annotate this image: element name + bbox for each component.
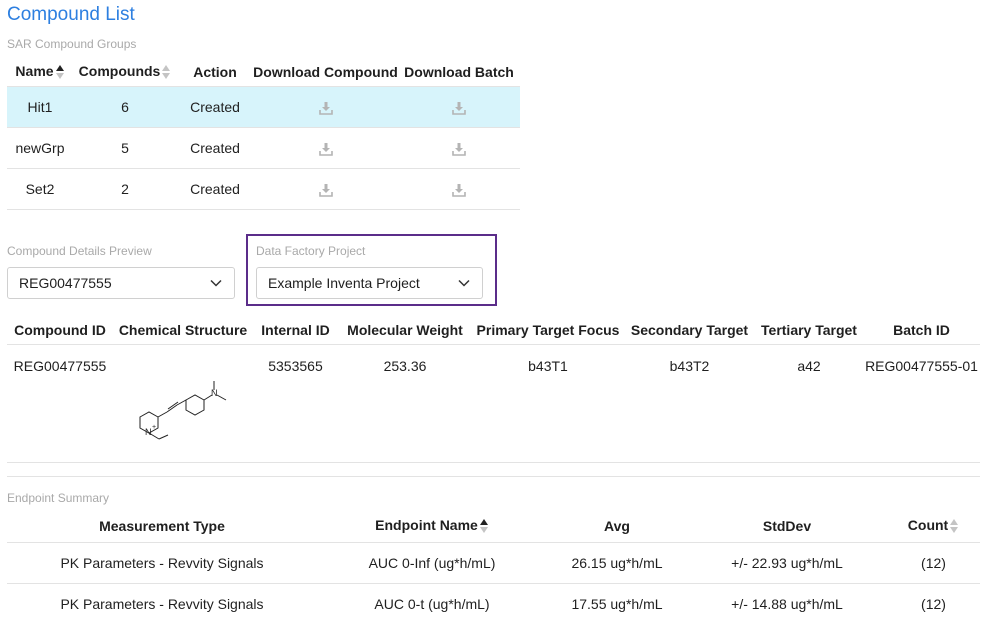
- download-icon[interactable]: [318, 100, 334, 116]
- endpoint-summary-table: Measurement Type Endpoint Name Avg StdDe…: [7, 510, 980, 624]
- sort-icon[interactable]: [950, 518, 959, 534]
- stddev-value: +/- 22.93 ug*h/mL: [687, 543, 887, 584]
- column-header-count[interactable]: Count: [887, 510, 980, 543]
- column-header-chemical-structure: Chemical Structure: [113, 316, 253, 345]
- group-compound-count: 6: [73, 87, 177, 128]
- molecular-weight: 253.36: [338, 345, 472, 463]
- download-icon[interactable]: [318, 182, 334, 198]
- chemical-structure: N + N: [113, 345, 253, 463]
- structure-charge: +: [152, 424, 156, 431]
- measurement-type: PK Parameters - Revvity Signals: [7, 584, 317, 624]
- data-factory-project-label: Data Factory Project: [256, 244, 365, 258]
- sort-ascending-icon[interactable]: [480, 518, 489, 534]
- table-row[interactable]: Hit1 6 Created: [7, 87, 520, 128]
- chevron-down-icon: [210, 279, 222, 287]
- avg-value: 17.55 ug*h/mL: [547, 584, 687, 624]
- count-value: (12): [887, 584, 980, 624]
- compound-groups-table: Name Compounds Action Download Compound …: [7, 58, 520, 210]
- group-action: Created: [177, 169, 253, 210]
- group-action: Created: [177, 87, 253, 128]
- endpoint-name: AUC 0-Inf (ug*h/mL): [317, 543, 547, 584]
- internal-id: 5353565: [253, 345, 338, 463]
- column-header-stddev: StdDev: [687, 510, 887, 543]
- column-header-tertiary-target: Tertiary Target: [755, 316, 863, 345]
- table-row: PK Parameters - Revvity Signals AUC 0-In…: [7, 543, 980, 584]
- compound-details-select[interactable]: REG00477555: [7, 267, 235, 299]
- column-header-download-compound: Download Compound: [253, 58, 398, 87]
- count-value: (12): [887, 543, 980, 584]
- measurement-type: PK Parameters - Revvity Signals: [7, 543, 317, 584]
- page-title: Compound List: [7, 4, 135, 26]
- table-row[interactable]: Set2 2 Created: [7, 169, 520, 210]
- column-header-action: Action: [177, 58, 253, 87]
- structure-atom-n: N: [211, 388, 218, 398]
- column-header-primary-target: Primary Target Focus: [472, 316, 624, 345]
- download-icon[interactable]: [451, 100, 467, 116]
- download-compound-button[interactable]: [253, 128, 398, 169]
- column-header-compounds[interactable]: Compounds: [73, 58, 177, 87]
- section-divider: [7, 476, 980, 477]
- download-batch-button[interactable]: [398, 128, 520, 169]
- sar-groups-label: SAR Compound Groups: [7, 37, 136, 51]
- stddev-value: +/- 14.88 ug*h/mL: [687, 584, 887, 624]
- group-name: Hit1: [7, 87, 73, 128]
- compound-details-table: Compound ID Chemical Structure Internal …: [7, 316, 980, 463]
- sort-ascending-icon[interactable]: [56, 64, 65, 80]
- download-compound-button[interactable]: [253, 169, 398, 210]
- column-header-batch-id: Batch ID: [863, 316, 980, 345]
- download-icon[interactable]: [318, 141, 334, 157]
- download-icon[interactable]: [451, 182, 467, 198]
- column-header-compound-id: Compound ID: [7, 316, 113, 345]
- compound-id: REG00477555: [7, 345, 113, 463]
- data-factory-project-select[interactable]: Example Inventa Project: [256, 267, 483, 299]
- compound-details-select-value: REG00477555: [19, 275, 112, 291]
- structure-atom-n: N: [145, 427, 152, 437]
- table-row[interactable]: newGrp 5 Created: [7, 128, 520, 169]
- secondary-target: b43T2: [624, 345, 755, 463]
- group-compound-count: 2: [73, 169, 177, 210]
- endpoint-summary-label: Endpoint Summary: [7, 491, 109, 505]
- download-icon[interactable]: [451, 141, 467, 157]
- group-name: newGrp: [7, 128, 73, 169]
- group-action: Created: [177, 128, 253, 169]
- table-row: REG00477555: [7, 345, 980, 463]
- endpoint-name: AUC 0-t (ug*h/mL): [317, 584, 547, 624]
- download-batch-button[interactable]: [398, 169, 520, 210]
- column-header-name[interactable]: Name: [7, 58, 73, 87]
- data-factory-project-select-value: Example Inventa Project: [268, 275, 420, 291]
- column-header-molecular-weight: Molecular Weight: [338, 316, 472, 345]
- column-header-download-batch: Download Batch: [398, 58, 520, 87]
- chevron-down-icon: [458, 279, 470, 287]
- primary-target: b43T1: [472, 345, 624, 463]
- chemical-structure-image: N + N: [128, 364, 238, 454]
- tertiary-target: a42: [755, 345, 863, 463]
- column-header-avg: Avg: [547, 510, 687, 543]
- avg-value: 26.15 ug*h/mL: [547, 543, 687, 584]
- batch-id: REG00477555-01: [863, 345, 980, 463]
- column-header-secondary-target: Secondary Target: [624, 316, 755, 345]
- table-row: PK Parameters - Revvity Signals AUC 0-t …: [7, 584, 980, 624]
- group-compound-count: 5: [73, 128, 177, 169]
- column-header-internal-id: Internal ID: [253, 316, 338, 345]
- download-batch-button[interactable]: [398, 87, 520, 128]
- download-compound-button[interactable]: [253, 87, 398, 128]
- column-header-measurement-type: Measurement Type: [7, 510, 317, 543]
- sort-icon[interactable]: [162, 64, 171, 80]
- column-header-endpoint-name[interactable]: Endpoint Name: [317, 510, 547, 543]
- group-name: Set2: [7, 169, 73, 210]
- compound-details-preview-label: Compound Details Preview: [7, 244, 152, 258]
